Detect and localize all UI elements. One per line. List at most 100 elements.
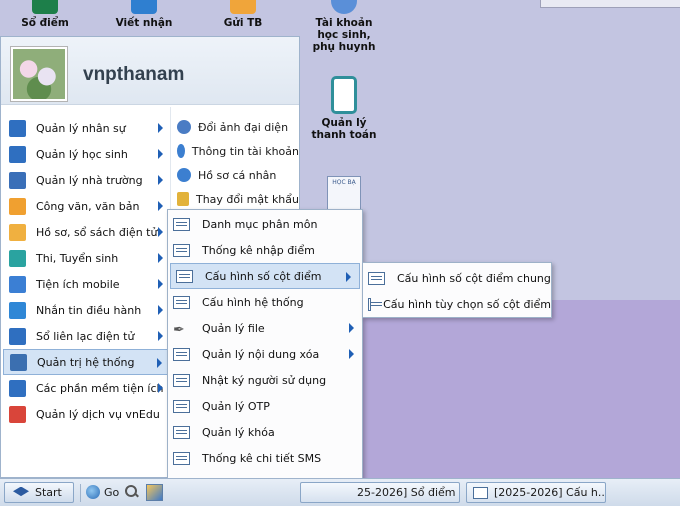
grade-column-submenu-item-label: Cấu hình số cột điểm chung — [397, 271, 551, 285]
taskbar-separator — [80, 484, 81, 502]
form-icon — [173, 399, 190, 413]
submenu-arrow-icon — [349, 323, 354, 333]
start-menu-item-label: Nhắn tin điều hành — [36, 303, 142, 317]
desktop-icon-student-account[interactable]: Tài khoản học sinh, phụ huynh — [308, 0, 380, 53]
account-menu-item-1[interactable]: Thông tin tài khoản — [173, 139, 299, 163]
desktop-icon-comment[interactable]: Viết nhận — [108, 0, 180, 29]
system-submenu-item-0[interactable]: Danh mục phân môn — [168, 211, 362, 237]
start-menu-left-list: Quản lý nhân sự Quản lý học sinh Quản lý n… — [3, 115, 169, 427]
submenu-arrow-icon — [346, 272, 351, 282]
system-submenu-item-5[interactable]: Quản lý nội dung xóa — [168, 341, 362, 367]
menu-category-icon — [9, 119, 26, 137]
send-notice-icon — [230, 0, 256, 14]
start-menu-item-8[interactable]: Sổ liên lạc điện tử — [3, 323, 169, 349]
menu-category-icon — [9, 223, 26, 241]
account-menu-item-label: Thông tin tài khoản — [191, 144, 299, 158]
form-icon — [173, 295, 190, 309]
start-menu-item-3[interactable]: Công văn, văn bản — [3, 193, 169, 219]
form-icon — [176, 269, 193, 283]
start-menu-item-11[interactable]: Quản lý dịch vụ vnEdu — [3, 401, 169, 427]
start-menu-header: vnpthanam — [1, 37, 299, 105]
start-menu-item-4[interactable]: Hồ sơ, sổ sách điện tử — [3, 219, 169, 245]
menu-category-icon — [9, 171, 26, 189]
start-menu-item-9[interactable]: Quản trị hệ thống — [3, 349, 169, 375]
student-account-icon — [331, 0, 357, 14]
avatar[interactable] — [11, 47, 67, 101]
info-icon — [177, 144, 185, 158]
desktop-icon-grade-book[interactable]: Sổ điểm — [10, 0, 80, 29]
system-submenu-item-label: Thống kê nhập điểm — [202, 243, 315, 257]
start-menu-item-0[interactable]: Quản lý nhân sự — [3, 115, 169, 141]
account-menu-item-label: Đổi ảnh đại diện — [198, 120, 289, 134]
account-menu-item-0[interactable]: Đổi ảnh đại diện — [173, 115, 299, 139]
form-icon — [368, 297, 383, 311]
start-menu-item-2[interactable]: Quản lý nhà trường — [3, 167, 169, 193]
start-menu-item-label: Quản lý nhân sự — [36, 121, 126, 135]
system-submenu-item-2[interactable]: Cấu hình số cột điểm — [170, 263, 360, 289]
menu-category-icon — [10, 353, 27, 371]
start-menu-item-7[interactable]: Nhắn tin điều hành — [3, 297, 169, 323]
submenu-arrow-icon — [158, 227, 163, 237]
submenu-arrow-icon — [158, 305, 163, 315]
start-menu-item-label: Các phần mềm tiện ích — [36, 381, 164, 395]
system-submenu-item-label: Quản lý khóa — [202, 425, 275, 439]
form-icon — [173, 451, 190, 465]
system-submenu-item-7[interactable]: Quản lý OTP — [168, 393, 362, 419]
taskbar: Start Go 25-2026] Sổ điểm [2025-2026] Cấ… — [0, 478, 680, 506]
system-admin-submenu: Danh mục phân môn Thống kê nhập điểm Cấu h… — [167, 209, 363, 496]
start-menu-item-label: Tiện ích mobile — [36, 277, 120, 291]
quick-launch-icon[interactable] — [146, 484, 163, 501]
form-icon — [173, 425, 190, 439]
grade-column-submenu-item-0[interactable]: Cấu hình số cột điểm chung — [363, 265, 551, 291]
start-menu-item-label: Quản trị hệ thống — [37, 355, 135, 369]
menu-category-icon — [9, 249, 26, 267]
submenu-arrow-icon — [158, 331, 163, 341]
system-submenu-item-8[interactable]: Quản lý khóa — [168, 419, 362, 445]
grade-column-submenu-item-1[interactable]: Cấu hình tùy chọn số cột điểm — [363, 291, 551, 317]
start-menu-item-1[interactable]: Quản lý học sinh — [3, 141, 169, 167]
lock-icon — [177, 192, 189, 206]
submenu-arrow-icon — [158, 253, 163, 263]
comment-icon — [131, 0, 157, 14]
start-menu-item-label: Hồ sơ, sổ sách điện tử — [36, 225, 158, 239]
account-menu-item-label: Thay đổi mật khẩu — [195, 192, 299, 206]
system-submenu-item-label: Danh mục phân môn — [202, 217, 318, 231]
system-submenu-item-label: Nhật ký người sử dụng — [202, 373, 327, 387]
account-menu-item-2[interactable]: Hồ sơ cá nhân — [173, 163, 299, 187]
system-submenu-item-label: Quản lý nội dung xóa — [202, 347, 320, 361]
submenu-arrow-icon — [158, 175, 163, 185]
taskbar-task-grade-config[interactable]: [2025-2026] Cấu h... — [466, 482, 606, 503]
grade-book-icon — [32, 0, 58, 14]
system-submenu-item-label: Quản lý OTP — [202, 399, 270, 413]
system-submenu-item-4[interactable]: ✒ Quản lý file — [168, 315, 362, 341]
submenu-arrow-icon — [349, 349, 354, 359]
window-icon — [473, 486, 488, 499]
submenu-arrow-icon — [157, 358, 162, 368]
taskbar-task-grade-book[interactable]: 25-2026] Sổ điểm — [300, 482, 460, 503]
search-icon[interactable] — [125, 485, 139, 499]
form-icon — [368, 271, 385, 285]
system-submenu-item-label: Thống kê chi tiết SMS — [202, 451, 322, 465]
user-icon — [177, 120, 191, 134]
top-right-panel — [540, 0, 680, 8]
system-submenu-item-9[interactable]: Thống kê chi tiết SMS — [168, 445, 362, 471]
start-menu-item-label: Quản lý nhà trường — [36, 173, 143, 187]
start-menu-item-10[interactable]: Các phần mềm tiện ích — [3, 375, 169, 401]
account-menu-item-3[interactable]: Thay đổi mật khẩu — [173, 187, 299, 211]
start-menu-right-list: Đổi ảnh đại diện Thông tin tài khoản Hồ sơ… — [173, 115, 299, 211]
start-menu-item-label: Quản lý học sinh — [36, 147, 128, 161]
desktop-icon-send-notice[interactable]: Gửi TB — [210, 0, 276, 29]
username: vnpthanam — [83, 64, 185, 85]
quill-icon: ✒ — [173, 321, 185, 338]
system-submenu-item-3[interactable]: Cấu hình hệ thống — [168, 289, 362, 315]
hoc-ba-icon: HỌC BẠ — [327, 176, 361, 212]
desktop-icon-payment[interactable]: Quản lý thanh toán — [308, 76, 380, 141]
system-submenu-item-1[interactable]: Thống kê nhập điểm — [168, 237, 362, 263]
start-menu-item-6[interactable]: Tiện ích mobile — [3, 271, 169, 297]
start-button[interactable]: Start — [4, 482, 74, 503]
system-submenu-item-6[interactable]: Nhật ký người sử dụng — [168, 367, 362, 393]
account-menu-item-label: Hồ sơ cá nhân — [198, 168, 277, 182]
submenu-arrow-icon — [158, 383, 163, 393]
start-menu-item-5[interactable]: Thi, Tuyển sinh — [3, 245, 169, 271]
go-button[interactable]: Go — [86, 485, 119, 499]
